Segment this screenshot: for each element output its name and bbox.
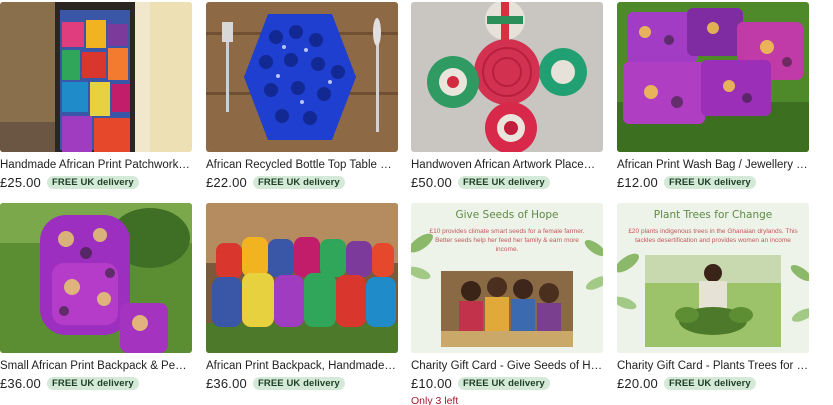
product-card[interactable]: Give Seeds of Hope £10 provides climate … (411, 203, 603, 405)
product-image[interactable] (206, 203, 398, 353)
product-title[interactable]: Handmade African Print Patchwork Apr... (0, 158, 192, 172)
product-image[interactable] (0, 203, 192, 353)
product-grid: Handmade African Print Patchwork Apr... … (0, 0, 833, 405)
plant-trees-card (617, 203, 809, 353)
free-delivery-badge: FREE UK delivery (457, 377, 550, 390)
wash-bags-photo (617, 2, 809, 152)
product-price: £20.00 (617, 376, 658, 391)
free-delivery-badge: FREE UK delivery (252, 377, 345, 390)
product-image[interactable] (206, 2, 398, 152)
product-image[interactable]: Give Seeds of Hope £10 provides climate … (411, 203, 603, 353)
product-image[interactable]: Plant Trees for Change £20 plants indige… (617, 203, 809, 353)
patchwork-apron-photo (0, 2, 192, 152)
product-price: £36.00 (206, 376, 247, 391)
stock-status: Only 3 left (411, 395, 459, 405)
product-image[interactable] (0, 2, 192, 152)
free-delivery-badge: FREE UK delivery (663, 377, 756, 390)
free-delivery-badge: FREE UK delivery (46, 176, 139, 189)
free-delivery-badge: FREE UK delivery (46, 377, 139, 390)
product-title[interactable]: Small African Print Backpack & Pencil C.… (0, 359, 192, 373)
product-image[interactable] (411, 2, 603, 152)
product-title[interactable]: African Print Backpack, Handmade in U... (206, 359, 398, 373)
free-delivery-badge: FREE UK delivery (663, 176, 756, 189)
free-delivery-badge: FREE UK delivery (457, 176, 550, 189)
woven-placemats-photo (411, 2, 603, 152)
product-card[interactable]: Small African Print Backpack & Pencil C.… (0, 203, 192, 391)
product-price: £25.00 (0, 175, 41, 190)
card-text: £10 provides climate smart seeds for a f… (429, 228, 585, 253)
product-card[interactable]: Handwoven African Artwork Placemats ... … (411, 2, 603, 190)
product-title[interactable]: African Recycled Bottle Top Table Mats,.… (206, 158, 398, 172)
product-card[interactable]: African Print Wash Bag / Jewellery Bag .… (617, 2, 809, 190)
seeds-of-hope-card (411, 203, 603, 353)
free-delivery-badge: FREE UK delivery (252, 176, 345, 189)
product-title[interactable]: African Print Wash Bag / Jewellery Bag .… (617, 158, 809, 172)
card-text: £20 plants indigenous trees in the Ghana… (628, 228, 798, 244)
backpacks-group-photo (206, 203, 398, 353)
product-price: £12.00 (617, 175, 658, 190)
product-card[interactable]: African Print Backpack, Handmade in U...… (206, 203, 398, 391)
product-title[interactable]: Charity Gift Card - Give Seeds of Hope .… (411, 359, 603, 373)
product-price: £36.00 (0, 376, 41, 391)
product-card[interactable]: Plant Trees for Change £20 plants indige… (617, 203, 809, 391)
product-price: £50.00 (411, 175, 452, 190)
product-image[interactable] (617, 2, 809, 152)
product-card[interactable]: African Recycled Bottle Top Table Mats,.… (206, 2, 398, 190)
product-card[interactable]: Handmade African Print Patchwork Apr... … (0, 2, 192, 190)
bottle-top-mat-photo (206, 2, 398, 152)
product-title[interactable]: Handwoven African Artwork Placemats ... (411, 158, 603, 172)
product-title[interactable]: Charity Gift Card - Plants Trees for Cha… (617, 359, 809, 373)
card-heading: Give Seeds of Hope (455, 209, 559, 221)
product-price: £10.00 (411, 376, 452, 391)
backpack-pencil-case-photo (0, 203, 192, 353)
product-price: £22.00 (206, 175, 247, 190)
card-heading: Plant Trees for Change (653, 209, 773, 221)
